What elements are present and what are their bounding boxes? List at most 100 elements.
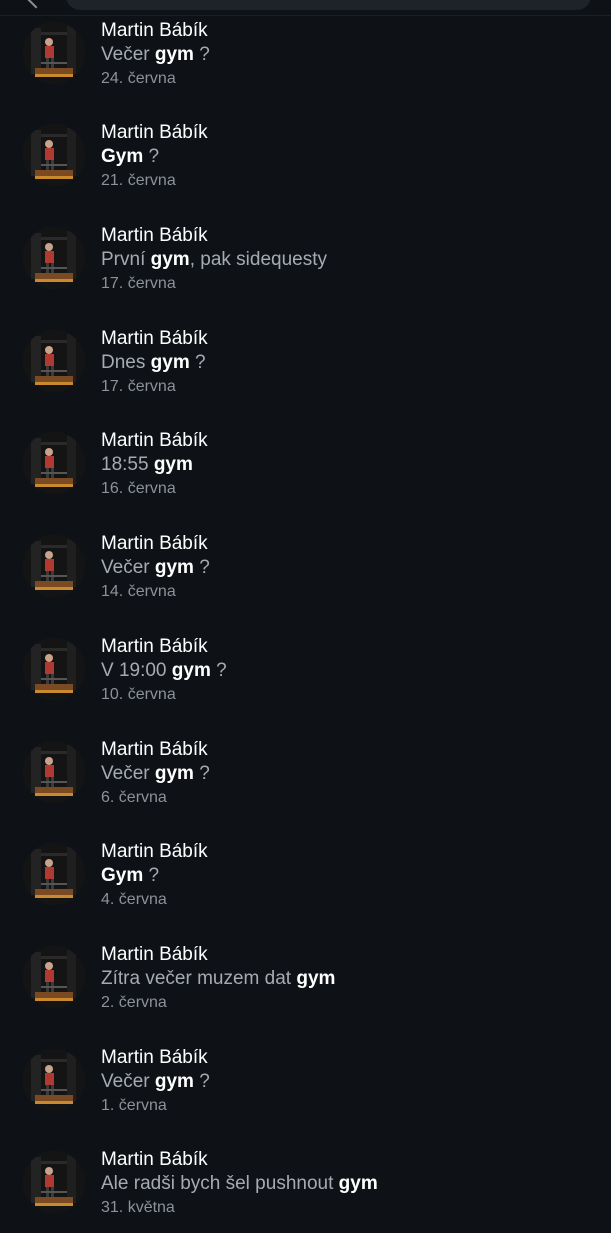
search-result-item[interactable]: Martin Bábík Ale radši bych šel pushnout…: [0, 1130, 611, 1233]
avatar: [23, 1151, 85, 1214]
sender-name: Martin Bábík: [101, 430, 208, 452]
message-date: 24. června: [101, 69, 176, 87]
message-snippet: Večer gym ?: [101, 556, 591, 580]
search-result-item[interactable]: Martin Bábík Gym ? 21. června: [0, 103, 611, 206]
search-match-highlight: gym: [154, 762, 194, 784]
snippet-text: Dnes: [101, 351, 151, 373]
snippet-text: 18:55: [101, 454, 154, 476]
search-result-item[interactable]: Martin Bábík Zítra večer muzem dat gym 2…: [0, 925, 611, 1028]
message-date: 2. června: [101, 993, 167, 1011]
profile-photo-icon: [23, 945, 85, 1008]
snippet-text: Večer: [101, 1070, 155, 1092]
avatar: [23, 740, 85, 803]
snippet-text: ?: [193, 43, 210, 65]
snippet-text: V 19:00: [101, 659, 172, 681]
snippet-text: ?: [143, 146, 160, 168]
sender-name: Martin Bábík: [101, 327, 208, 349]
message-date: 10. června: [101, 685, 176, 703]
message-date: 14. června: [101, 583, 176, 601]
message-snippet: Gym ?: [101, 864, 591, 888]
search-result-item[interactable]: Martin Bábík Večer gym ? 24. června: [0, 1, 611, 104]
search-results-list: Martin Bábík Gym ? 25. června Martin Báb…: [0, 0, 611, 1233]
search-result-item[interactable]: Martin Bábík Gym ? 4. června: [0, 822, 611, 925]
message-snippet: Ale radši bych šel pushnout gym: [101, 1172, 591, 1196]
message-snippet: Gym ?: [101, 145, 591, 169]
search-match-highlight: gym: [296, 967, 336, 989]
search-result-item[interactable]: Martin Bábík První gym, pak sidequesty 1…: [0, 206, 611, 309]
snippet-text: Ale radši bych šel pushnout: [101, 1173, 339, 1195]
avatar: [23, 843, 85, 906]
sender-name: Martin Bábík: [101, 1149, 208, 1171]
sender-name: Martin Bábík: [101, 738, 208, 760]
message-snippet: První gym, pak sidequesty: [101, 248, 591, 272]
sender-name: Martin Bábík: [101, 122, 208, 144]
profile-photo-icon: [23, 124, 85, 187]
message-date: 4. června: [101, 891, 167, 909]
snippet-text: ?: [193, 1070, 210, 1092]
message-snippet: V 19:00 gym ?: [101, 659, 591, 683]
snippet-text: Zítra večer muzem dat: [101, 967, 297, 989]
message-snippet: Zítra večer muzem dat gym: [101, 967, 591, 991]
message-date: 17. června: [101, 275, 176, 293]
search-result-item[interactable]: Martin Bábík Večer gym ? 14. června: [0, 514, 611, 617]
avatar: [23, 227, 85, 290]
search-result-item[interactable]: Martin Bábík Večer gym ? 1. června: [0, 1028, 611, 1131]
snippet-text: , pak sidequesty: [189, 249, 328, 271]
avatar: [23, 21, 85, 84]
avatar: [23, 329, 85, 392]
profile-photo-icon: [23, 227, 85, 290]
search-result-item[interactable]: Martin Bábík V 19:00 gym ? 10. června: [0, 617, 611, 720]
message-snippet: 18:55 gym: [101, 453, 591, 477]
search-match-highlight: gym: [150, 351, 190, 373]
sender-name: Martin Bábík: [101, 1046, 208, 1068]
message-date: 16. června: [101, 480, 176, 498]
profile-photo-icon: [23, 637, 85, 700]
snippet-text: Večer: [101, 762, 155, 784]
avatar: [23, 945, 85, 1008]
message-snippet: Večer gym ?: [101, 43, 591, 67]
search-result-item[interactable]: Martin Bábík Večer gym ? 6. června: [0, 720, 611, 823]
profile-photo-icon: [23, 843, 85, 906]
search-match-highlight: gym: [171, 659, 211, 681]
snippet-text: První: [101, 249, 151, 271]
search-result-item[interactable]: Martin Bábík Dnes gym ? 17. června: [0, 309, 611, 412]
message-snippet: Dnes gym ?: [101, 351, 591, 375]
search-match-highlight: Gym: [101, 865, 144, 887]
snippet-text: ?: [210, 659, 227, 681]
message-date: 17. června: [101, 377, 176, 395]
sender-name: Martin Bábík: [101, 19, 208, 41]
snippet-text: Večer: [101, 557, 155, 579]
sender-name: Martin Bábík: [101, 841, 208, 863]
snippet-text: ?: [193, 557, 210, 579]
search-match-highlight: gym: [154, 1070, 194, 1092]
snippet-text: Večer: [101, 43, 155, 65]
profile-photo-icon: [23, 329, 85, 392]
search-match-highlight: gym: [338, 1173, 378, 1195]
profile-photo-icon: [23, 1151, 85, 1214]
search-match-highlight: gym: [154, 557, 194, 579]
profile-photo-icon: [23, 432, 85, 495]
profile-photo-icon: [23, 535, 85, 598]
sender-name: Martin Bábík: [101, 943, 208, 965]
avatar: [23, 637, 85, 700]
snippet-text: ?: [143, 865, 160, 887]
sender-name: Martin Bábík: [101, 533, 208, 555]
message-date: 21. června: [101, 172, 176, 190]
sender-name: Martin Bábík: [101, 225, 208, 247]
snippet-text: ?: [189, 351, 206, 373]
search-match-highlight: gym: [150, 249, 190, 271]
message-date: 1. června: [101, 1096, 167, 1114]
message-date: 6. června: [101, 788, 167, 806]
search-match-highlight: gym: [154, 43, 194, 65]
message-snippet: Večer gym ?: [101, 762, 591, 786]
avatar: [23, 432, 85, 495]
snippet-text: ?: [193, 762, 210, 784]
avatar: [23, 124, 85, 187]
search-match-highlight: Gym: [101, 146, 144, 168]
search-result-item[interactable]: Martin Bábík 18:55 gym 16. června: [0, 411, 611, 514]
search-match-highlight: gym: [153, 454, 193, 476]
avatar: [23, 1048, 85, 1111]
profile-photo-icon: [23, 1048, 85, 1111]
profile-photo-icon: [23, 740, 85, 803]
avatar: [23, 535, 85, 598]
